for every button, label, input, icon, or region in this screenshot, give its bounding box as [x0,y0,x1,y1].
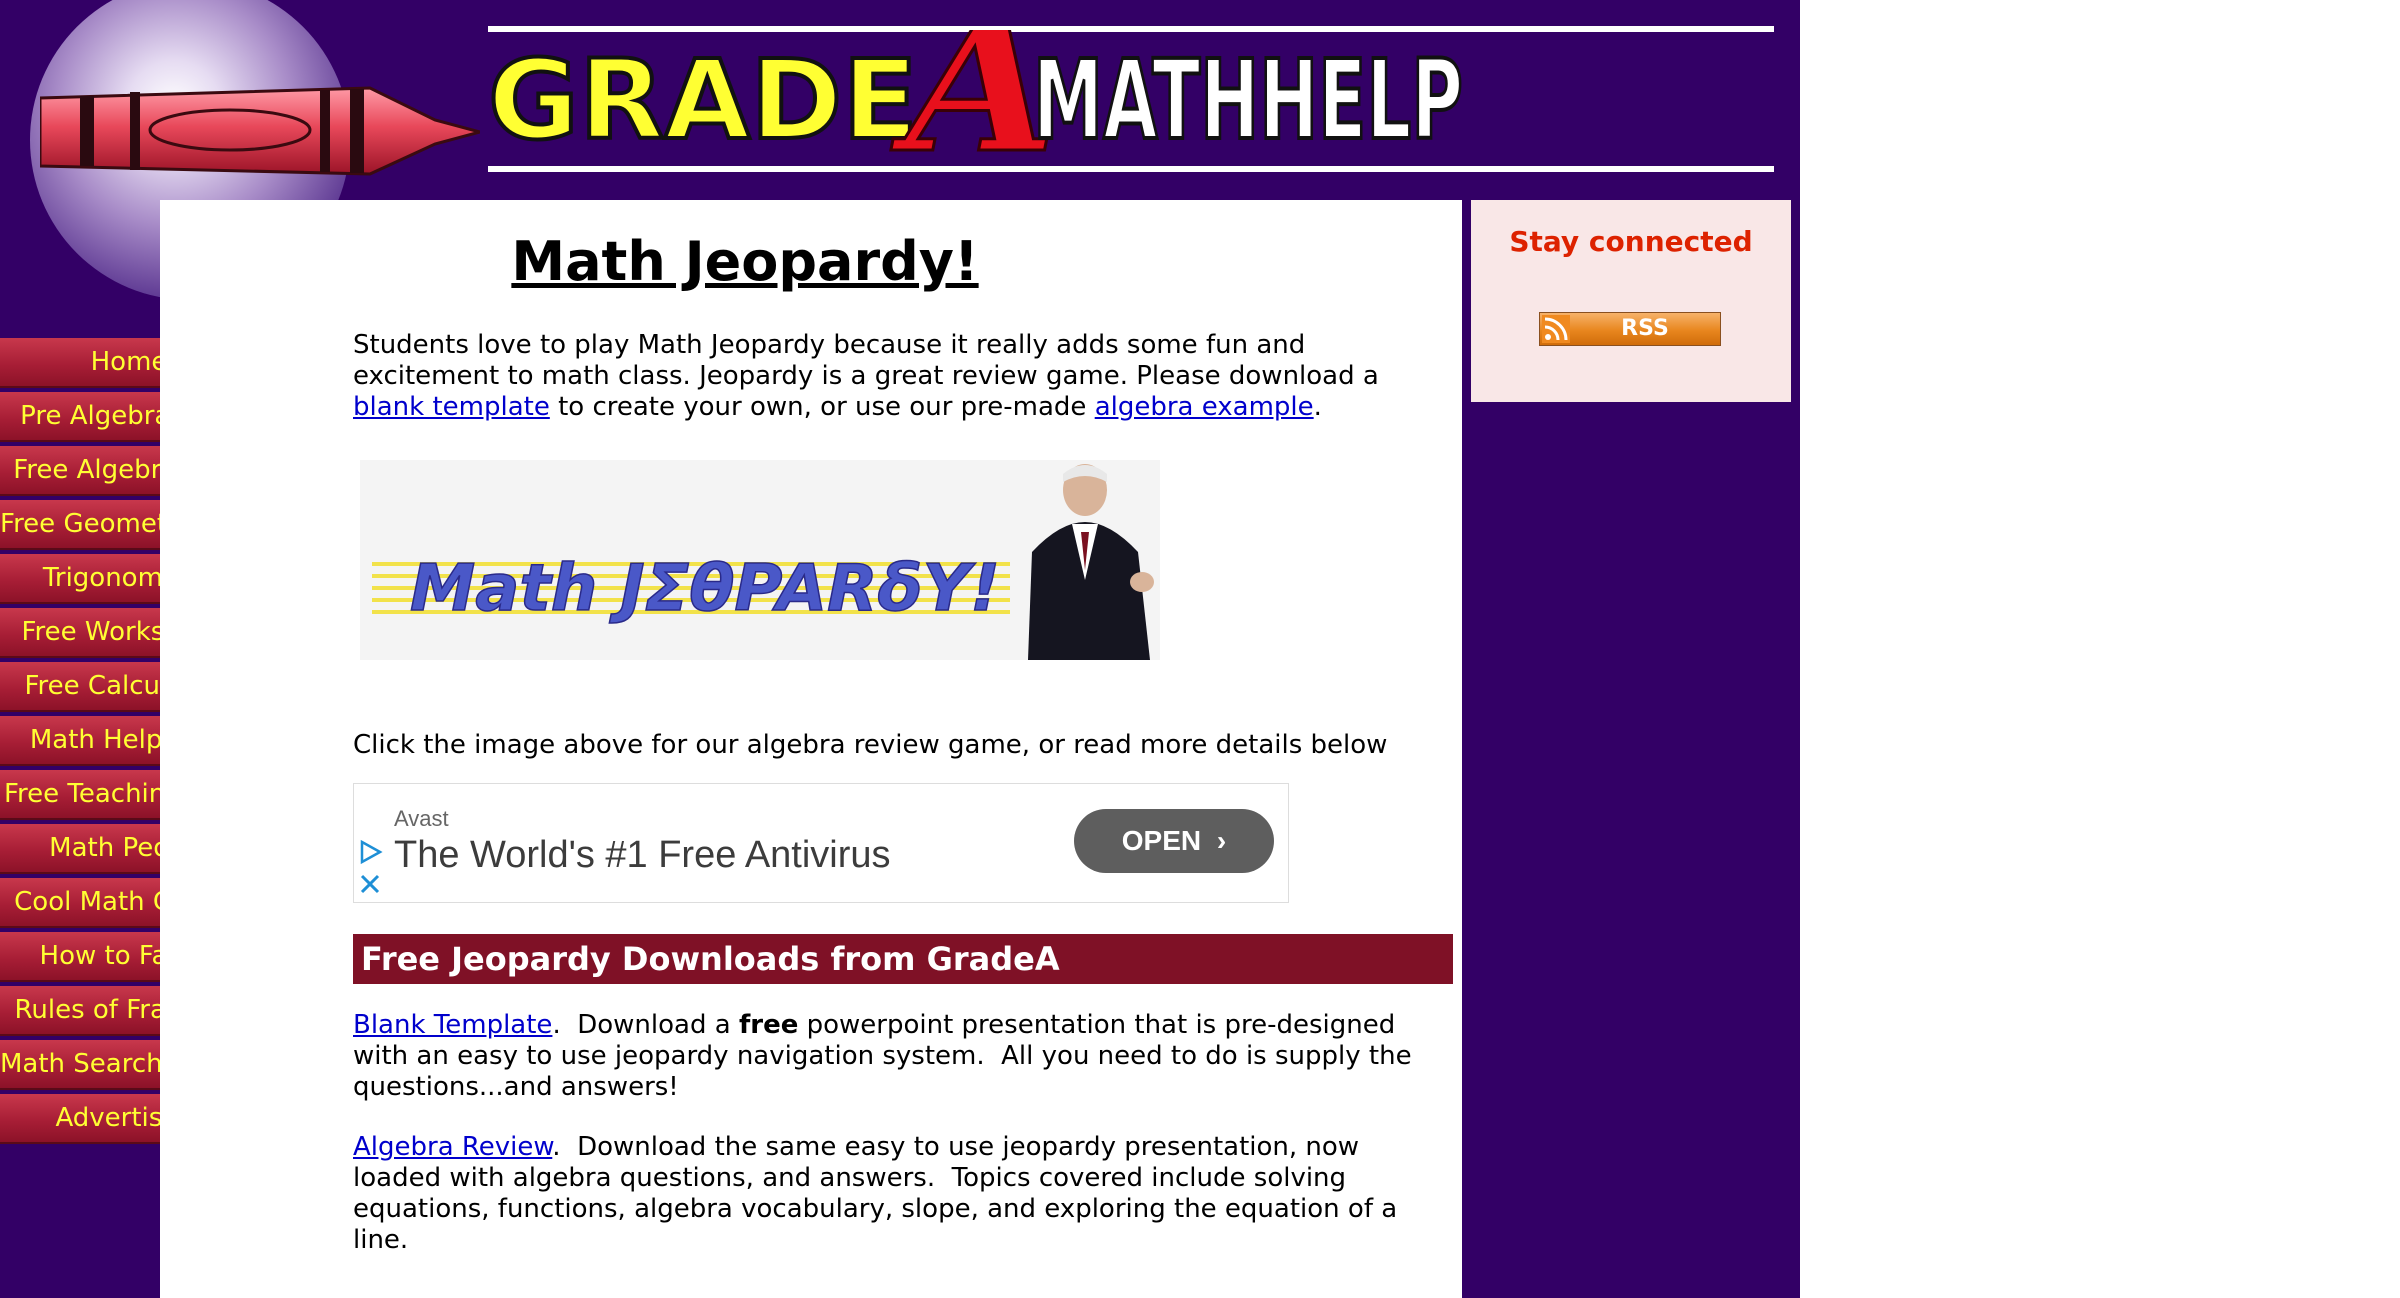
chevron-right-icon: › [1216,825,1227,856]
ad-open-label: OPEN [1121,825,1202,856]
site-logo[interactable]: GRADE A MATHHELP [488,30,1778,170]
stay-connected-heading: Stay connected [1509,225,1753,258]
ad-advertiser: Avast [394,806,449,831]
ad-close-icon[interactable] [358,872,382,896]
ad-play-icon[interactable] [358,838,384,866]
ad-headline[interactable]: The World's #1 Free Antivirus [394,834,891,877]
intro-text-1: Students love to play Math Jeopardy beca… [353,330,1379,391]
rss-label: RSS [1621,316,1669,341]
algebra-review-download-link[interactable]: Algebra Review [353,1132,552,1162]
click-instruction: Click the image above for our algebra re… [353,730,1388,760]
banner-text: Math JΣθPARδY! [410,552,1000,626]
logo-grade: GRADE [488,36,918,164]
intro-text-2: to create your own, or use our pre-made [549,392,1095,422]
blank-template-paragraph: Blank Template. Download a free powerpoi… [353,1010,1453,1103]
math-jeopardy-banner[interactable]: Math JΣθPARδY! [360,460,1160,660]
blank-template-download-link[interactable]: Blank Template [353,1010,552,1040]
ad-open-button[interactable]: OPEN › [1074,809,1274,873]
right-sidebar-box: Stay connected RSS [1471,200,1791,402]
algebra-review-paragraph: Algebra Review. Download the same easy t… [353,1132,1453,1256]
rss-button[interactable]: RSS [1539,312,1721,346]
blank-template-bold: free [738,1010,799,1040]
logo-a: A [891,30,1056,170]
section-heading: Free Jeopardy Downloads from GradeA [353,934,1453,984]
main-content: Math Jeopardy! Students love to play Mat… [160,200,1462,1298]
site-wrapper: GRADE A MATHHELP Home Pre Algebra Help Fre… [0,0,1800,1298]
ad-unit[interactable]: Avast The World's #1 Free Antivirus OPEN… [353,783,1289,903]
intro-text-3: . [1313,392,1322,422]
blank-template-link[interactable]: blank template [353,392,550,422]
page-title: Math Jeopardy! [511,230,979,293]
rss-icon [1542,315,1570,343]
header: GRADE A MATHHELP [0,0,1800,300]
blank-template-text-1: . Download a [552,1010,739,1040]
intro-paragraph: Students love to play Math Jeopardy beca… [353,330,1453,423]
algebra-example-link[interactable]: algebra example [1095,392,1314,422]
logo-math: MATHHELP [1033,36,1463,164]
crayon-icon [40,86,480,176]
